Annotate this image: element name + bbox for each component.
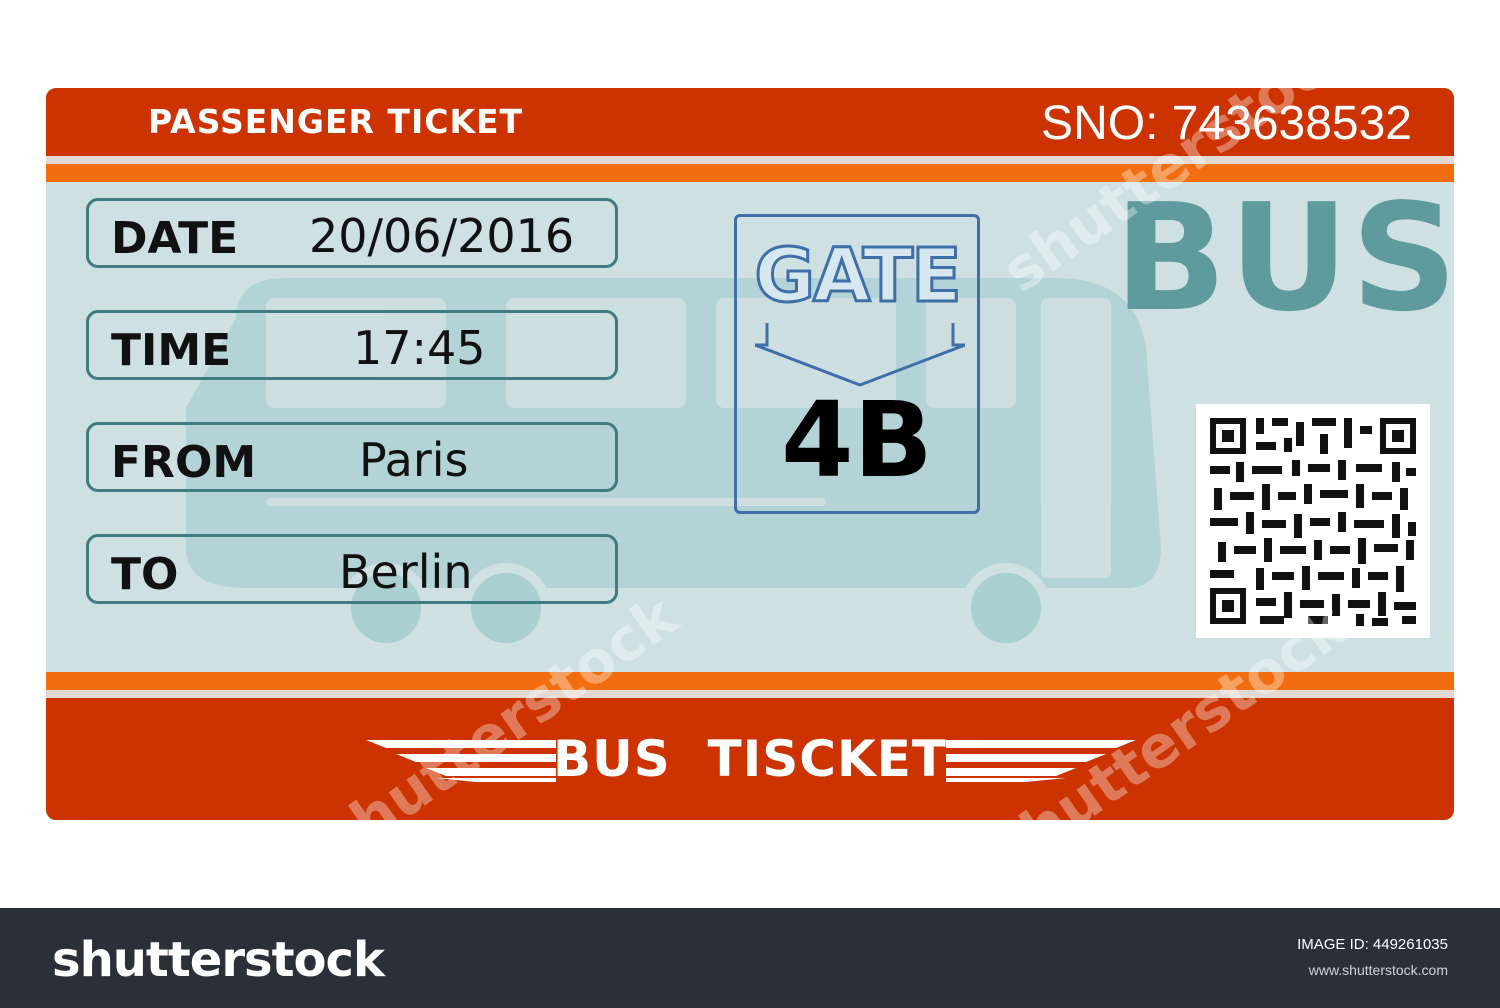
stock-image-id: IMAGE ID: 449261035 [1297, 936, 1448, 953]
date-value: 20/06/2016 [309, 209, 575, 263]
gate-number: 4B [781, 379, 933, 501]
time-field: TIME 17:45 [86, 310, 618, 380]
stock-footer-bar: shutterstock IMAGE ID: 449261035 www.shu… [0, 908, 1500, 1008]
ticket-header-title: PASSENGER TICKET [148, 102, 524, 141]
date-label: DATE [111, 213, 239, 264]
gate-box: GATE 4B [734, 214, 980, 514]
stock-site-url: www.shutterstock.com [1308, 962, 1448, 978]
header-divider-light [46, 156, 1454, 164]
from-value: Paris [359, 433, 469, 487]
to-label: TO [111, 549, 179, 600]
gate-label: GATE [753, 232, 963, 321]
time-value: 17:45 [353, 321, 486, 375]
date-field: DATE 20/06/2016 [86, 198, 618, 268]
stock-brand-logo: shutterstock [52, 932, 385, 988]
from-label: FROM [111, 437, 257, 488]
to-value: Berlin [339, 545, 473, 599]
to-field: TO Berlin [86, 534, 618, 604]
from-field: FROM Paris [86, 422, 618, 492]
time-label: TIME [111, 325, 232, 376]
ticket-footer-title: BUS TISCKET [553, 730, 947, 788]
